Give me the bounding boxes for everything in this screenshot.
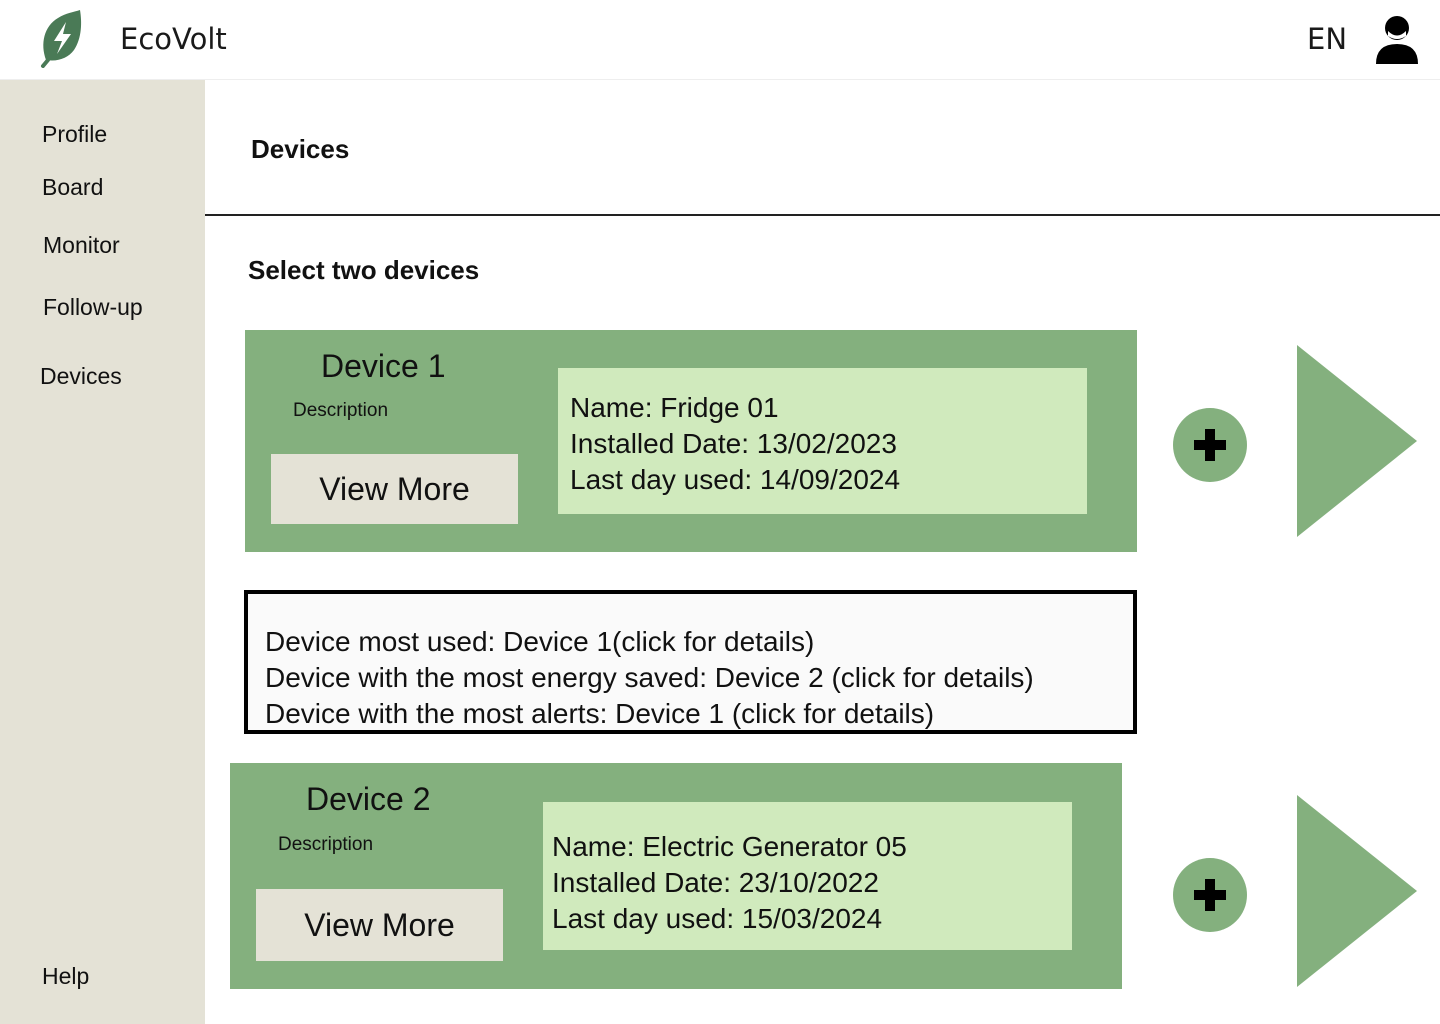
leaf-bolt-icon: [41, 10, 82, 68]
summary-most-used[interactable]: Device most used: Device 1(click for det…: [265, 624, 1133, 660]
device-card: Device 1 Description View More Name: Fri…: [245, 330, 1137, 552]
view-more-button[interactable]: View More: [256, 889, 503, 961]
app-name: EcoVolt: [120, 22, 227, 56]
header-divider: [205, 214, 1440, 216]
sidebar: Profile Board Monitor Follow-up Devices …: [0, 80, 205, 1024]
device-last-used: Last day used: 14/09/2024: [570, 464, 901, 495]
device-installed-date: Installed Date: 13/02/2023: [570, 428, 897, 459]
plus-icon: [1194, 429, 1226, 461]
sidebar-item-monitor[interactable]: Monitor: [43, 232, 120, 259]
device-name: Name: Electric Generator 05: [552, 831, 907, 862]
sidebar-item-help[interactable]: Help: [42, 963, 89, 990]
device-info-box: Name: Electric Generator 05 Installed Da…: [543, 802, 1072, 950]
top-bar: EcoVolt EN: [0, 0, 1440, 80]
device-name: Name: Fridge 01: [570, 392, 779, 423]
play-arrow-icon[interactable]: [1297, 345, 1417, 537]
language-selector[interactable]: EN: [1307, 22, 1347, 56]
summary-most-alerts[interactable]: Device with the most alerts: Device 1 (c…: [265, 696, 1133, 732]
summary-most-energy-saved[interactable]: Device with the most energy saved: Devic…: [265, 660, 1133, 696]
device-info-box: Name: Fridge 01 Installed Date: 13/02/20…: [558, 368, 1087, 514]
devices-summary-box: Device most used: Device 1(click for det…: [244, 590, 1137, 734]
device-last-used: Last day used: 15/03/2024: [552, 903, 883, 934]
device-installed-date: Installed Date: 23/10/2022: [552, 867, 879, 898]
section-title: Select two devices: [248, 255, 480, 285]
device-title: Device 1: [321, 348, 446, 384]
user-icon[interactable]: [1373, 14, 1421, 66]
add-device-button[interactable]: [1173, 408, 1247, 482]
device-title: Device 2: [306, 781, 431, 817]
view-more-button[interactable]: View More: [271, 454, 518, 524]
sidebar-item-devices[interactable]: Devices: [40, 363, 122, 390]
device-card: Device 2 Description View More Name: Ele…: [230, 763, 1122, 989]
play-arrow-icon[interactable]: [1297, 795, 1417, 987]
device-description-label: Description: [293, 400, 389, 421]
add-device-button[interactable]: [1173, 858, 1247, 932]
sidebar-item-follow-up[interactable]: Follow-up: [43, 294, 143, 321]
device-description-label: Description: [278, 834, 374, 855]
page-title: Devices: [251, 134, 350, 164]
sidebar-item-board[interactable]: Board: [42, 174, 103, 201]
plus-icon: [1194, 879, 1226, 911]
sidebar-item-profile[interactable]: Profile: [42, 121, 107, 148]
